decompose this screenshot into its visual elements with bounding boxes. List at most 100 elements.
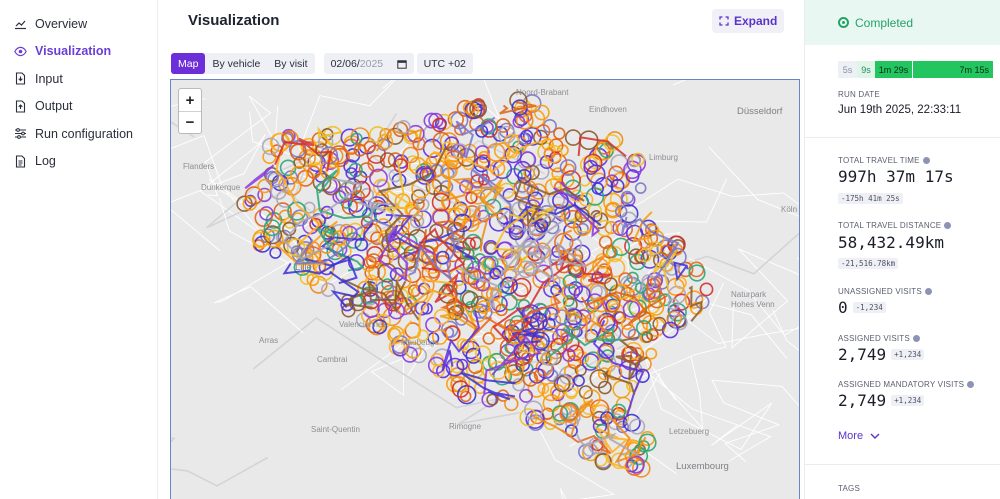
sidebar-item-run-configuration[interactable]: Run configuration — [0, 120, 157, 148]
tab-map[interactable]: Map — [171, 53, 206, 74]
info-icon[interactable] — [924, 287, 932, 295]
metric-delta: -1,234 — [852, 302, 886, 313]
map-label: Düsseldorf — [737, 106, 783, 117]
route-map[interactable]: + − Noord-Brabant Eindhoven Limburg Düss… — [170, 79, 800, 499]
check-circle-icon — [838, 17, 849, 28]
sidebar-item-label: Log — [35, 154, 56, 169]
visit-marker — [504, 396, 519, 412]
visit-marker — [518, 388, 533, 403]
metric-delta: -21,516.78km — [838, 258, 899, 269]
map-label: Flanders — [183, 162, 215, 171]
sidebar-item-label: Input — [35, 71, 63, 86]
sidebar-item-label: Run configuration — [35, 126, 133, 141]
sidebar-item-input[interactable]: Input — [0, 65, 157, 93]
map-label: Dunkerque — [201, 183, 241, 192]
main-content: Visualization Expand Map By vehicle By v… — [158, 0, 804, 499]
sidebar-item-output[interactable]: Output — [0, 93, 157, 121]
visit-marker — [495, 118, 511, 133]
date-input[interactable]: 02/06/2025 — [323, 53, 414, 74]
visit-marker — [564, 129, 582, 146]
map-label: Köln — [781, 205, 798, 214]
metric-value-text: 2,749 — [838, 391, 887, 410]
tab-by-visit[interactable]: By visit — [267, 53, 314, 74]
map-label: Letzebuerg — [669, 427, 710, 436]
divider — [805, 464, 1000, 465]
visit-marker — [629, 418, 646, 435]
run-summary-panel: Completed 5s 9s 1m 29s 7m 15s RUN DATE J… — [804, 0, 1000, 499]
metric-label: ASSIGNED VISITS — [838, 334, 920, 343]
zoom-out-button[interactable]: − — [179, 111, 201, 133]
info-icon[interactable] — [912, 334, 920, 342]
metric-label-text: ASSIGNED VISITS — [838, 334, 910, 343]
expand-label: Expand — [734, 14, 778, 28]
sidebar-item-overview[interactable]: Overview — [0, 10, 157, 38]
visit-marker — [257, 178, 272, 194]
document-icon — [14, 155, 27, 168]
map-label: Naturpark — [731, 290, 767, 299]
sliders-icon — [14, 127, 27, 140]
metric-label-text: ASSIGNED MANDATORY VISITS — [838, 380, 965, 389]
visit-marker — [699, 282, 714, 297]
info-icon[interactable] — [967, 380, 975, 388]
map-label: Valenciennes — [339, 320, 387, 329]
visit-marker — [321, 282, 336, 298]
zoom-control: + − — [178, 88, 202, 134]
metric-label-text: TOTAL TRAVEL DISTANCE — [838, 221, 942, 230]
timeline-segment: 7m 15s — [913, 61, 993, 78]
page-title: Visualization — [188, 12, 280, 29]
sidebar-item-label: Overview — [35, 16, 88, 31]
info-icon[interactable] — [922, 156, 930, 164]
timeline-segment: 5s — [838, 61, 857, 78]
timezone-select[interactable]: UTC +02 — [416, 53, 473, 74]
map-road — [672, 80, 687, 86]
visit-marker — [254, 208, 273, 227]
visit-marker — [495, 303, 508, 317]
map-label: Luxembourg — [676, 461, 729, 472]
tags-label: TAGS — [838, 484, 860, 493]
chart-icon — [14, 17, 27, 30]
run-date-value: Jun 19th 2025, 22:33:11 — [838, 104, 962, 116]
visit-marker — [610, 154, 629, 173]
route-overlay — [236, 91, 714, 478]
map-canvas — [171, 80, 799, 499]
map-road — [677, 309, 799, 351]
metric-value-text: 2,749 — [838, 345, 887, 364]
metric-label: ASSIGNED MANDATORY VISITS — [838, 380, 975, 389]
metric-delta: -175h 41m 25s — [838, 193, 903, 204]
map-toolbar: Map By vehicle By visit 02/06/2025 UTC +… — [171, 53, 473, 74]
file-in-icon — [14, 72, 27, 85]
metric-value: 2,749 +1,234 — [838, 391, 925, 410]
map-label: Hohes Venn — [731, 300, 775, 309]
map-label: Cambrai — [317, 355, 348, 364]
more-label: More — [838, 430, 864, 442]
metric-value: 0 -1,234 — [838, 298, 886, 317]
map-label: Saint-Quentin — [311, 425, 360, 434]
run-date-label: RUN DATE — [838, 90, 880, 99]
status-text: Completed — [855, 15, 914, 30]
sidebar-item-visualization[interactable]: Visualization — [0, 38, 157, 66]
metric-value: 58,432.49km — [838, 233, 944, 252]
zoom-in-button[interactable]: + — [179, 89, 201, 111]
sidebar-item-log[interactable]: Log — [0, 148, 157, 176]
tab-by-vehicle[interactable]: By vehicle — [205, 53, 267, 74]
more-button[interactable]: More — [838, 430, 882, 442]
visit-marker — [360, 187, 375, 202]
map-label: Arras — [259, 336, 279, 345]
info-icon[interactable] — [944, 221, 952, 229]
date-year: 2025 — [359, 57, 384, 70]
map-road — [623, 294, 772, 462]
map-road — [171, 437, 269, 487]
metric-delta: +1,234 — [891, 349, 925, 360]
map-label: Eindhoven — [589, 105, 627, 114]
sidebar: Overview Visualization Input Output Run … — [0, 0, 158, 499]
timeline-segment: 1m 29s — [875, 61, 913, 78]
visit-marker — [634, 182, 647, 194]
metric-label-text: TOTAL TRAVEL TIME — [838, 156, 920, 165]
expand-button[interactable]: Expand — [712, 9, 785, 33]
date-value: 02/06/2025 — [331, 58, 384, 70]
visit-marker — [645, 347, 658, 360]
metric-label-text: UNASSIGNED VISITS — [838, 287, 922, 296]
run-timeline: 5s 9s 1m 29s 7m 15s — [838, 61, 993, 78]
map-label: Noord-Brabant — [516, 88, 569, 97]
map-label: Rimogne — [449, 422, 482, 431]
